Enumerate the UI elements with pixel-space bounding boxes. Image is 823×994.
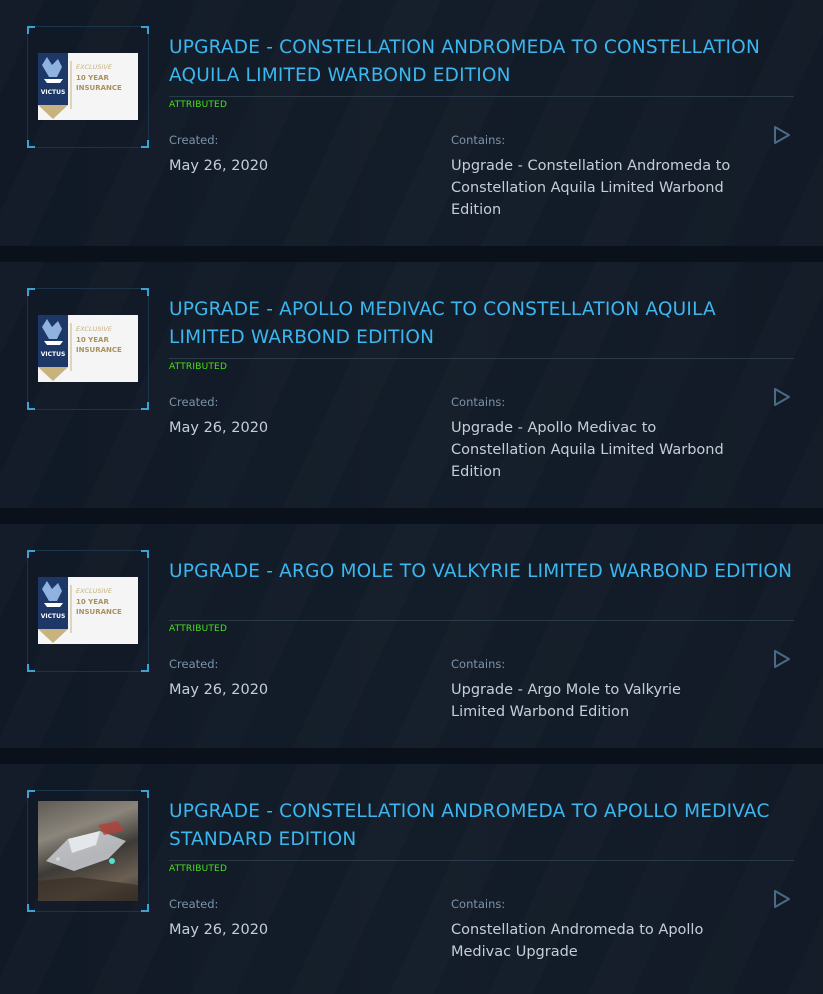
status-badge: ATTRIBUTED: [169, 362, 228, 372]
contains-value: Upgrade - Constellation Andromeda to Con…: [451, 158, 731, 218]
created-value: May 26, 2020: [169, 682, 269, 698]
pledge-thumbnail[interactable]: VICTUS EXCLUSIVE 10 YEAR INSURANCE: [27, 550, 149, 672]
status-badge: ATTRIBUTED: [169, 100, 228, 110]
pledge-title[interactable]: UPGRADE - ARGO MOLE TO VALKYRIE LIMITED …: [169, 558, 794, 586]
contains-label: Contains:: [451, 395, 506, 409]
created-label: Created:: [169, 395, 219, 409]
title-divider: [169, 96, 794, 97]
created-label: Created:: [169, 897, 219, 911]
pledge-thumbnail[interactable]: VICTUS EXCLUSIVE 10 YEAR INSURANCE: [27, 26, 149, 148]
contains-label: Contains:: [451, 133, 506, 147]
contains-label: Contains:: [451, 897, 506, 911]
play-triangle-icon[interactable]: [772, 125, 792, 145]
badge-line1: EXCLUSIVE: [76, 587, 113, 595]
title-divider: [169, 620, 794, 621]
created-value: May 26, 2020: [169, 158, 269, 174]
created-value: May 26, 2020: [169, 420, 269, 436]
contains-label: Contains:: [451, 657, 506, 671]
title-divider: [169, 860, 794, 861]
insurance-badge-image: VICTUS EXCLUSIVE 10 YEAR INSURANCE: [38, 53, 138, 120]
contains-value: Constellation Andromeda to Apollo Mediva…: [451, 922, 704, 960]
badge-line2: 10 YEAR: [76, 74, 109, 82]
play-triangle-icon[interactable]: [772, 649, 792, 669]
badge-brand: VICTUS: [41, 89, 66, 96]
pledge-thumbnail[interactable]: [27, 790, 149, 912]
badge-line1: EXCLUSIVE: [76, 325, 113, 333]
pledge-card: UPGRADE - CONSTELLATION ANDROMEDA TO APO…: [0, 764, 823, 994]
badge-brand: VICTUS: [41, 351, 66, 358]
badge-brand: VICTUS: [41, 613, 66, 620]
play-triangle-icon[interactable]: [772, 889, 792, 909]
pledge-title[interactable]: UPGRADE - CONSTELLATION ANDROMEDA TO APO…: [169, 798, 794, 854]
created-value: May 26, 2020: [169, 922, 269, 938]
pledge-title[interactable]: UPGRADE - APOLLO MEDIVAC TO CONSTELLATIO…: [169, 296, 794, 352]
badge-line2: 10 YEAR: [76, 336, 109, 344]
insurance-badge-image: VICTUS EXCLUSIVE 10 YEAR INSURANCE: [38, 315, 138, 382]
status-badge: ATTRIBUTED: [169, 864, 228, 874]
badge-line1: EXCLUSIVE: [76, 63, 113, 71]
contains-value: Upgrade - Argo Mole to Valkyrie Limited …: [451, 682, 681, 720]
insurance-badge-image: VICTUS EXCLUSIVE 10 YEAR INSURANCE: [38, 577, 138, 644]
pledge-thumbnail[interactable]: VICTUS EXCLUSIVE 10 YEAR INSURANCE: [27, 288, 149, 410]
pledge-title[interactable]: UPGRADE - CONSTELLATION ANDROMEDA TO CON…: [169, 34, 794, 90]
play-triangle-icon[interactable]: [772, 387, 792, 407]
badge-line3: INSURANCE: [76, 608, 122, 616]
badge-line3: INSURANCE: [76, 346, 122, 354]
badge-line2: 10 YEAR: [76, 598, 109, 606]
ship-image: [38, 801, 138, 901]
pledge-card: VICTUS EXCLUSIVE 10 YEAR INSURANCE UPGRA…: [0, 0, 823, 246]
pledge-card: VICTUS EXCLUSIVE 10 YEAR INSURANCE UPGRA…: [0, 262, 823, 508]
created-label: Created:: [169, 133, 219, 147]
status-badge: ATTRIBUTED: [169, 624, 228, 634]
created-label: Created:: [169, 657, 219, 671]
pledge-card: VICTUS EXCLUSIVE 10 YEAR INSURANCE UPGRA…: [0, 524, 823, 748]
contains-value: Upgrade - Apollo Medivac to Constellatio…: [451, 420, 724, 480]
badge-line3: INSURANCE: [76, 84, 122, 92]
title-divider: [169, 358, 794, 359]
